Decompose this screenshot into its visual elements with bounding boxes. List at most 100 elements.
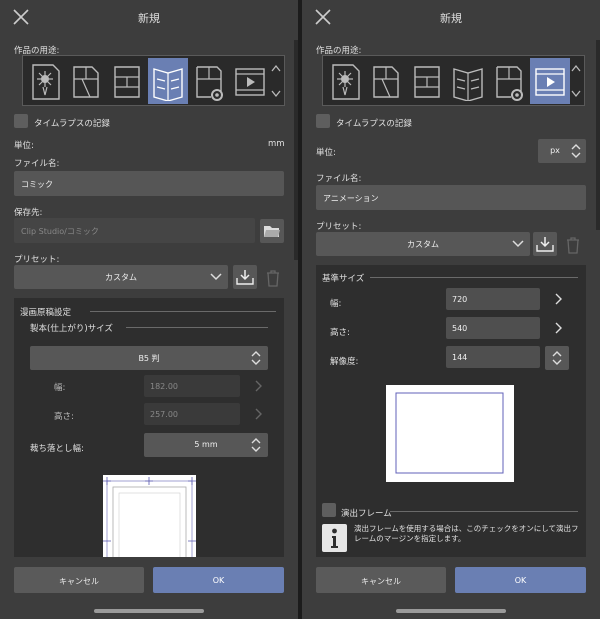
subsection-divider — [126, 327, 268, 328]
trash-icon[interactable] — [265, 269, 281, 287]
comic-icon — [373, 66, 399, 98]
chevron-right-icon[interactable] — [552, 321, 564, 335]
comic-type[interactable] — [366, 58, 406, 104]
section-divider — [90, 311, 276, 312]
unit-dropdown[interactable]: px — [538, 139, 586, 163]
section-divider — [370, 277, 578, 278]
base-size-title: 基準サイズ — [322, 274, 365, 284]
frame-label: 演出フレーム — [341, 509, 392, 519]
book-spread-type[interactable] — [148, 58, 188, 104]
animation-type[interactable] — [230, 58, 270, 104]
timelapse-label: タイムラプスの記録 — [336, 119, 412, 129]
dialog-header: 新規 — [0, 0, 298, 34]
illustration-type[interactable] — [325, 58, 365, 104]
animation-type[interactable] — [530, 58, 570, 104]
purpose-scroll-arrows[interactable] — [570, 61, 582, 101]
purpose-selector — [322, 55, 585, 106]
new-document-dialog-comic: 新規 作品の用途: タイムラプスの記録 単位: mm ファイル名: コミック 保… — [0, 0, 298, 619]
paper-size-dropdown[interactable]: B5 判 — [30, 346, 268, 370]
save-preset-button[interactable] — [233, 265, 257, 289]
up-down-chevron-icon — [251, 438, 261, 452]
book-spread-icon — [153, 68, 183, 101]
illustration-icon — [32, 64, 60, 100]
filename-label: ファイル名: — [14, 159, 60, 169]
comic-icon — [73, 66, 99, 98]
finish-size-title: 製本(仕上がり)サイズ — [30, 324, 113, 334]
height-label: 高さ: — [54, 412, 74, 422]
width-input[interactable]: 720 — [446, 288, 540, 310]
cancel-button[interactable]: キャンセル — [316, 567, 446, 593]
canvas-preview — [386, 385, 514, 482]
filename-input[interactable]: アニメーション — [316, 185, 586, 210]
panel-scrollbar[interactable] — [294, 40, 298, 260]
save-preset-icon — [536, 237, 554, 252]
filename-input[interactable]: コミック — [14, 171, 284, 196]
browse-folder-button[interactable] — [260, 219, 284, 243]
save-location-field: Clip Studio/コミック — [14, 218, 255, 243]
trash-icon[interactable] — [565, 236, 581, 254]
canvas-preview-drawing — [103, 477, 196, 562]
dialog-title: 新規 — [440, 12, 462, 25]
canvas-preview — [103, 475, 196, 562]
width-label: 幅: — [54, 383, 66, 393]
ok-button[interactable]: OK — [153, 567, 284, 593]
settings-page-icon — [496, 66, 523, 101]
panel-scrollbar[interactable] — [596, 40, 600, 230]
bleed-dropdown[interactable]: 5 mm — [144, 433, 268, 457]
cancel-button[interactable]: キャンセル — [14, 567, 144, 593]
unit-value: mm — [268, 139, 285, 149]
resolution-stepper[interactable] — [545, 346, 569, 370]
frame-checkbox[interactable] — [322, 503, 336, 517]
settings-page-icon — [196, 66, 223, 101]
unit-label: 単位: — [316, 148, 336, 158]
up-down-chevron-icon — [552, 351, 562, 365]
chevron-right-icon[interactable] — [552, 292, 564, 306]
save-location-label: 保存先: — [14, 208, 43, 218]
chevron-down-icon — [512, 240, 524, 248]
dialog-header: 新規 — [302, 0, 600, 34]
animation-icon — [235, 68, 265, 96]
width-label: 幅: — [330, 299, 342, 309]
timelapse-checkbox[interactable] — [316, 114, 330, 128]
preset-label: プリセット: — [14, 255, 60, 265]
filename-label: ファイル名: — [316, 174, 362, 184]
comic-settings-title: 漫画原稿設定 — [20, 308, 72, 318]
frame-divider — [390, 511, 578, 512]
preset-value: カスタム — [407, 240, 439, 249]
custom-settings-type[interactable] — [189, 58, 229, 104]
preset-dropdown[interactable]: カスタム — [316, 232, 530, 256]
info-icon — [322, 524, 347, 552]
home-indicator — [94, 609, 204, 613]
book-spread-type[interactable] — [448, 58, 488, 104]
illustration-type[interactable] — [25, 58, 65, 104]
resolution-input[interactable]: 144 — [446, 346, 540, 368]
folder-icon — [264, 226, 280, 237]
paper-size-value: B5 判 — [138, 354, 160, 363]
chevron-right-icon — [255, 408, 262, 420]
comic-page-icon — [114, 66, 140, 98]
chevron-right-icon — [255, 380, 262, 392]
purpose-scroll-arrows[interactable] — [270, 61, 282, 101]
comic-page-type[interactable] — [407, 58, 447, 104]
comic-page-type[interactable] — [107, 58, 147, 104]
book-spread-icon — [453, 68, 483, 101]
save-preset-button[interactable] — [533, 232, 557, 256]
width-input: 182.00 — [144, 375, 240, 397]
height-label: 高さ: — [330, 328, 350, 338]
save-preset-icon — [236, 270, 254, 285]
up-down-chevron-icon — [571, 144, 581, 158]
timelapse-checkbox[interactable] — [14, 114, 28, 128]
purpose-selector — [22, 55, 285, 106]
bleed-label: 裁ち落とし幅: — [30, 444, 84, 454]
height-input[interactable]: 540 — [446, 317, 540, 339]
comic-type[interactable] — [66, 58, 106, 104]
preset-value: カスタム — [105, 273, 137, 282]
bleed-value: 5 mm — [194, 440, 218, 449]
custom-settings-type[interactable] — [489, 58, 529, 104]
dialog-title: 新規 — [138, 12, 160, 25]
ok-button[interactable]: OK — [455, 567, 586, 593]
illustration-icon — [332, 64, 360, 100]
timelapse-label: タイムラプスの記録 — [34, 119, 110, 129]
preset-dropdown[interactable]: カスタム — [14, 265, 228, 289]
animation-icon — [535, 68, 565, 96]
